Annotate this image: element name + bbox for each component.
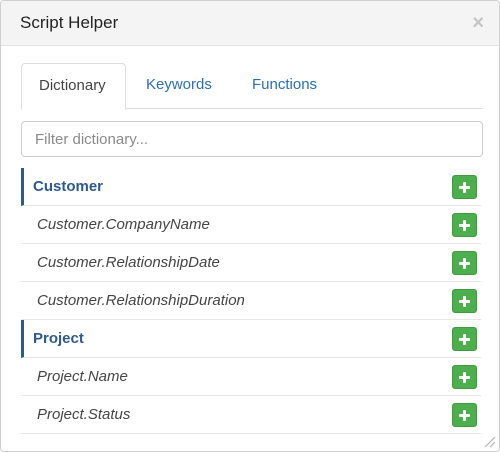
- tab-keywords[interactable]: Keywords: [132, 63, 226, 109]
- resize-handle-icon[interactable]: [482, 434, 496, 448]
- dialog-title: Script Helper: [20, 13, 119, 32]
- dictionary-list: Customer Customer.CompanyName Customer.R…: [21, 168, 481, 434]
- group-row-customer: Customer: [21, 168, 481, 206]
- item-label: Customer.RelationshipDate: [37, 254, 220, 271]
- plus-icon[interactable]: [452, 251, 477, 275]
- plus-icon[interactable]: [452, 289, 477, 313]
- item-label: Customer.CompanyName: [37, 216, 210, 233]
- tab-functions[interactable]: Functions: [238, 63, 331, 109]
- list-item: Project.Status: [21, 396, 481, 434]
- tab-bar: Dictionary Keywords Functions: [21, 63, 483, 110]
- plus-icon[interactable]: [452, 365, 477, 389]
- list-item: Customer.CompanyName: [21, 206, 481, 244]
- list-item: Customer.RelationshipDate: [21, 244, 481, 282]
- close-icon[interactable]: ×: [472, 13, 484, 33]
- item-label: Project.Name: [37, 368, 128, 385]
- script-helper-dialog: Script Helper × Dictionary Keywords Func…: [0, 0, 500, 452]
- tab-dictionary[interactable]: Dictionary: [21, 63, 126, 110]
- plus-icon[interactable]: [452, 403, 477, 427]
- plus-icon[interactable]: [452, 327, 477, 351]
- list-item: Customer.RelationshipDuration: [21, 282, 481, 320]
- group-label: Project: [33, 330, 84, 347]
- item-label: Customer.RelationshipDuration: [37, 292, 245, 309]
- plus-icon[interactable]: [452, 213, 477, 237]
- item-label: Project.Status: [37, 406, 131, 423]
- dialog-header: Script Helper ×: [1, 1, 499, 46]
- group-row-project: Project: [21, 320, 481, 358]
- plus-icon[interactable]: [452, 175, 477, 199]
- list-item: Project.Name: [21, 358, 481, 396]
- filter-dictionary-input[interactable]: [21, 121, 483, 157]
- group-label: Customer: [33, 178, 104, 195]
